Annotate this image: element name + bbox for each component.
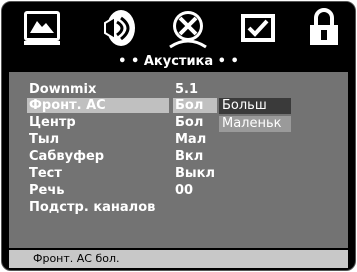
menu-item-downmix[interactable]: Downmix 5.1 [9,82,348,97]
checkbox-icon[interactable] [236,5,280,51]
speaker-audio-icon[interactable] [97,5,141,51]
menu-item-subwoofer[interactable]: Сабвуфер Вкл [9,149,348,164]
menu-item-rear[interactable]: Тыл Мал [9,132,348,147]
menu-item-value: 5.1 [175,82,199,97]
picture-icon[interactable] [20,5,64,51]
menu-item-center[interactable]: Центр Бол [9,115,348,130]
osd-menu-frame: • • Акустика • • Downmix 5.1 Фронт. АС Б… [1,1,356,271]
menu-item-label: Тест [29,166,62,181]
menu-item-label: Фронт. АС [27,98,169,113]
status-text: Фронт. АС бол. [33,252,120,265]
option-small[interactable]: Маленьк [219,116,291,132]
menu-item-test[interactable]: Тест Выкл [9,166,348,181]
menu-item-value: Выкл [175,166,216,181]
menu-item-value: Бол [175,115,204,130]
disc-icon[interactable] [166,5,210,51]
menu-item-label: Downmix [29,82,97,97]
menu-item-speech[interactable]: Речь 00 [9,183,348,198]
menu-item-label: Подстр. каналов [29,200,156,215]
menu-item-front-speakers[interactable]: Фронт. АС Бол [9,98,348,113]
option-large[interactable]: Больш [219,98,291,114]
menu-item-value: Вкл [175,149,204,164]
settings-panel: Downmix 5.1 Фронт. АС Бол Центр Бол Тыл … [9,72,348,248]
status-bar: Фронт. АС бол. [9,250,348,268]
menu-item-value: Бол [175,98,204,113]
lock-icon[interactable] [302,5,346,51]
menu-item-value: Мал [175,132,207,147]
menu-item-label: Тыл [29,132,60,147]
menu-title: • • Акустика • • [10,54,347,70]
menu-item-label: Речь [29,183,65,198]
menu-item-label: Сабвуфер [29,149,105,164]
menu-item-channel-setup[interactable]: Подстр. каналов [9,200,348,215]
menu-item-value: 00 [175,183,194,198]
icon-bar [2,2,355,54]
menu-item-label: Центр [29,115,76,130]
